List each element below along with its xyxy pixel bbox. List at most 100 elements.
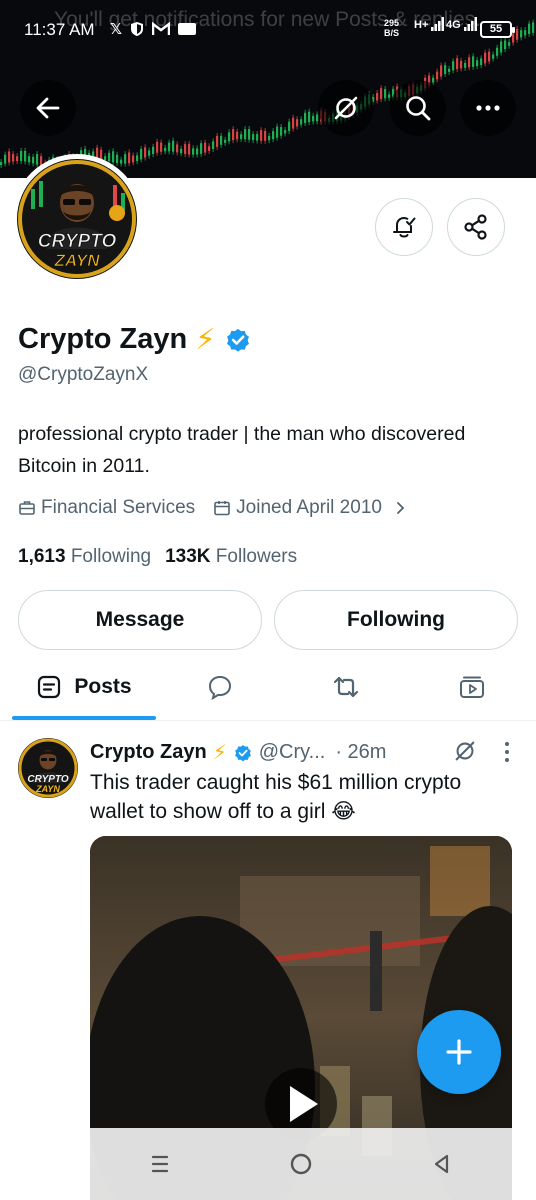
post-grok-icon[interactable] [452, 738, 478, 764]
joined-label: Joined April 2010 [236, 497, 382, 518]
banner-candle-wick [128, 149, 130, 167]
banner-candle-wick [4, 151, 6, 167]
signal-bars-2-icon [463, 17, 477, 31]
banner-candle-wick [268, 132, 270, 144]
banner-candle-wick [380, 85, 382, 103]
search-button[interactable] [390, 80, 446, 136]
post-author-name[interactable]: Crypto Zayn [90, 741, 207, 764]
status-bar: 11:37 AM 𝕏 295 B/S H+ 4G 55 [0, 0, 536, 60]
signal-1-label: H+ [414, 19, 429, 31]
banner-candle-wick [144, 144, 146, 161]
net-speed-unit: B/S [384, 28, 400, 38]
bell-check-icon [393, 216, 416, 238]
banner-candle-wick [292, 114, 294, 132]
grok-slash-icon [334, 96, 358, 120]
profile-name-text: Crypto Zayn [18, 323, 188, 355]
post-more-icon[interactable] [500, 741, 514, 763]
gmail-icon [152, 22, 171, 35]
share-icon [464, 214, 487, 240]
banner-candle-wick [464, 59, 466, 71]
arrow-left-icon [36, 97, 60, 119]
share-button[interactable] [447, 198, 505, 256]
post-author-handle[interactable]: @Cry... [259, 741, 326, 764]
grok-button[interactable] [318, 80, 374, 136]
battery-icon: 55 [480, 21, 515, 38]
tabs-divider [0, 720, 536, 721]
tab-reposts[interactable] [286, 658, 406, 716]
banner-candle-wick [180, 145, 182, 157]
following-stat[interactable]: 1,613 Following [18, 546, 151, 568]
more-button[interactable] [460, 80, 516, 136]
profile-name: Crypto Zayn ⚡ [18, 322, 252, 357]
banner-candle-wick [156, 138, 158, 156]
banner-candle-wick [216, 132, 218, 150]
banner-candle-wick [132, 152, 134, 166]
verified-badge-icon[interactable] [224, 326, 252, 354]
category-item: Financial Services [18, 497, 195, 519]
banner-candle-wick [32, 153, 34, 167]
notifications-button[interactable] [375, 198, 433, 256]
post-avatar-logo: CRYPTO ZAYN [18, 738, 78, 798]
net-speed: 295 B/S [384, 18, 399, 38]
followers-stat[interactable]: 133K Followers [165, 546, 297, 568]
following-label: Following [70, 546, 152, 567]
recent-apps-icon[interactable] [148, 1152, 172, 1176]
post-text: This trader caught his $61 million crypt… [90, 771, 462, 823]
shield-icon [131, 22, 144, 36]
banner-candle-wick [316, 111, 318, 125]
banner-candle-wick [116, 151, 118, 167]
status-time: 11:37 AM [24, 20, 95, 39]
banner-candle-wick [248, 126, 250, 143]
post-avatar-text-2: ZAYN [35, 784, 60, 794]
more-horizontal-icon [476, 105, 500, 111]
tab-replies[interactable] [160, 658, 280, 716]
post-header: Crypto Zayn ⚡ @Cry... · 26m [90, 740, 386, 765]
lightning-emoji: ⚡ [195, 324, 216, 356]
banner-candle-wick [300, 116, 302, 128]
message-button[interactable]: Message [18, 590, 262, 650]
banner-candle-wick [160, 139, 162, 155]
profile-meta: Financial Services Joined April 2010 [18, 497, 425, 519]
app-badge-icon [178, 23, 197, 35]
banner-candle-wick [152, 143, 154, 158]
banner-candle-wick [232, 126, 234, 144]
category-label: Financial Services [41, 497, 196, 518]
banner-candle-wick [172, 137, 174, 155]
banner-candle-wick [244, 126, 246, 143]
banner-candle-wick [120, 156, 122, 167]
followers-count: 133K [165, 546, 211, 567]
signal-h-plus-icon: H+ [414, 17, 445, 31]
joined-item[interactable]: Joined April 2010 [213, 497, 407, 519]
banner-candle-wick [16, 153, 18, 164]
post-lightning-emoji: ⚡ [212, 742, 227, 764]
post-avatar-text-1: CRYPTO [27, 774, 69, 785]
following-button[interactable]: Following [274, 590, 518, 650]
banner-candle-wick [112, 148, 114, 166]
back-button[interactable] [20, 80, 76, 136]
android-nav-bar [90, 1128, 512, 1200]
banner-candle-wick [276, 123, 278, 141]
briefcase-icon [19, 501, 35, 515]
profile-handle: @CryptoZaynX [18, 364, 149, 385]
tab-media[interactable] [412, 658, 532, 716]
signal-bars-icon [431, 17, 445, 31]
banner-candle-wick [308, 108, 310, 126]
post-time[interactable]: · 26m [335, 741, 386, 764]
banner-candle-wick [188, 140, 190, 158]
post-avatar[interactable]: CRYPTO ZAYN [18, 738, 78, 798]
status-notification-icons: 𝕏 [110, 20, 197, 38]
banner-candle-wick [28, 153, 30, 166]
banner-candle-wick [36, 150, 38, 168]
banner-candle-wick [192, 145, 194, 158]
banner-candle-wick [256, 131, 258, 144]
search-icon [406, 96, 431, 121]
reply-bubble-icon [208, 675, 232, 701]
banner-candle-wick [148, 147, 150, 159]
banner-candle-wick [312, 112, 314, 125]
back-nav-icon[interactable] [430, 1152, 454, 1176]
profile-avatar[interactable]: CRYPTO ZAYN [12, 154, 142, 284]
tab-posts[interactable]: Posts [12, 658, 156, 716]
posts-icon [38, 675, 61, 699]
home-icon[interactable] [288, 1151, 314, 1177]
compose-fab-button[interactable] [417, 1010, 501, 1094]
